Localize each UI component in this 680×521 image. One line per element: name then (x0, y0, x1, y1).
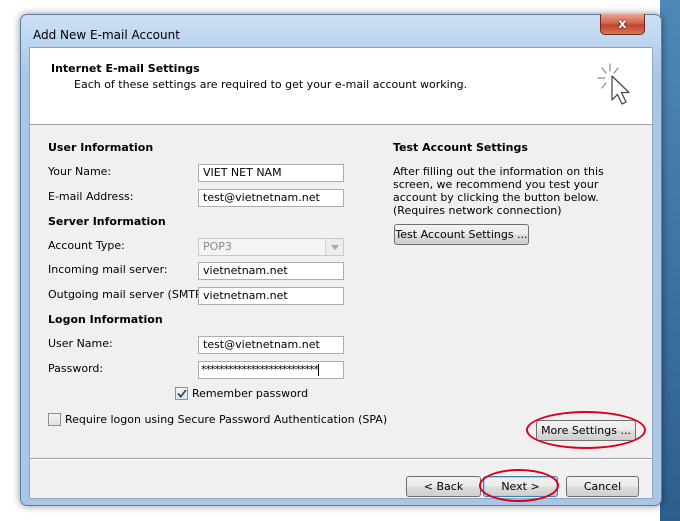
account-type-select: POP3 (198, 238, 344, 256)
close-icon: x (618, 16, 627, 32)
remember-password-checkbox[interactable] (175, 387, 188, 400)
chevron-down-icon (325, 239, 343, 255)
test-account-settings-heading: Test Account Settings (393, 141, 528, 154)
more-settings-button[interactable]: More Settings ... (536, 420, 636, 441)
footer-separator (30, 458, 652, 460)
checkmark-icon (176, 389, 187, 398)
test-account-settings-button[interactable]: Test Account Settings ... (394, 224, 529, 245)
text-caret (318, 364, 319, 376)
cursor-sparkle-icon (597, 63, 630, 105)
test-account-description: After filling out the information on thi… (393, 165, 604, 217)
next-button[interactable]: Next > (483, 476, 558, 497)
password-mask: ************************** (201, 363, 319, 376)
outgoing-server-input[interactable]: vietnetnam.net (198, 287, 344, 305)
window-title: Add New E-mail Account (33, 28, 180, 42)
account-type-value: POP3 (203, 240, 232, 253)
outgoing-server-label: Outgoing mail server (SMTP): (48, 288, 210, 301)
password-input[interactable]: ************************** (198, 361, 344, 379)
header-title: Internet E-mail Settings (51, 62, 200, 75)
dialog-client-area: Internet E-mail Settings Each of these s… (29, 47, 653, 502)
spa-checkbox[interactable] (48, 413, 61, 426)
close-button[interactable]: x (600, 14, 645, 35)
your-name-label: Your Name: (48, 165, 112, 178)
cancel-button[interactable]: Cancel (566, 476, 639, 497)
logon-information-heading: Logon Information (48, 313, 163, 326)
email-address-label: E-mail Address: (48, 190, 134, 203)
user-name-input[interactable]: test@vietnetnam.net (198, 336, 344, 354)
header-subtitle: Each of these settings are required to g… (74, 78, 468, 91)
settings-header: Internet E-mail Settings Each of these s… (30, 48, 652, 125)
server-information-heading: Server Information (48, 215, 166, 228)
email-address-input[interactable]: test@vietnetnam.net (198, 189, 344, 207)
spa-label: Require logon using Secure Password Auth… (65, 413, 388, 426)
user-name-label: User Name: (48, 337, 113, 350)
password-label: Password: (48, 362, 104, 375)
your-name-input[interactable]: VIET NET NAM (198, 164, 344, 182)
incoming-server-label: Incoming mail server: (48, 263, 168, 276)
user-information-heading: User Information (48, 141, 154, 154)
incoming-server-input[interactable]: vietnetnam.net (198, 262, 344, 280)
back-button[interactable]: < Back (406, 476, 481, 497)
remember-password-label: Remember password (192, 387, 309, 400)
account-type-label: Account Type: (48, 239, 125, 252)
dialog-window: Add New E-mail Account x Internet E-mail… (20, 14, 662, 506)
desktop-background (660, 0, 680, 521)
